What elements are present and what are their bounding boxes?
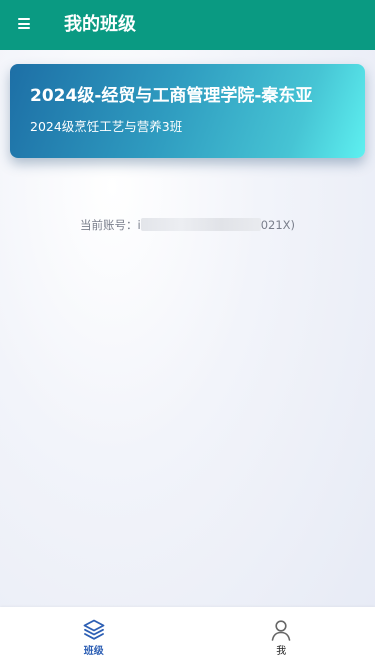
nav-label-me: 我 [276, 646, 287, 657]
bottom-navigation: 班级 我 [0, 607, 375, 667]
class-card[interactable]: 2024级-经贸与工商管理学院-秦东亚 2024级烹饪工艺与营养3班 [10, 64, 365, 158]
nav-item-me[interactable]: 我 [188, 607, 375, 667]
layers-icon [83, 619, 105, 640]
class-card-subtitle: 2024级烹饪工艺与营养3班 [30, 119, 183, 134]
account-suffix: 021X) [260, 218, 296, 232]
nav-label-class: 班级 [83, 646, 104, 657]
nav-item-class[interactable]: 班级 [0, 607, 188, 667]
account-prefix: 当前账号： [79, 218, 138, 232]
current-account: 当前账号：i 021X) [0, 217, 375, 233]
page-title: 我的班级 [64, 14, 136, 35]
class-card-title: 2024级-经贸与工商管理学院-秦东亚 [30, 86, 313, 106]
top-app-bar: 我的班级 [0, 0, 375, 50]
hamburger-menu-icon[interactable] [18, 18, 30, 29]
redacted-account-block [140, 218, 261, 231]
user-icon [271, 620, 291, 641]
